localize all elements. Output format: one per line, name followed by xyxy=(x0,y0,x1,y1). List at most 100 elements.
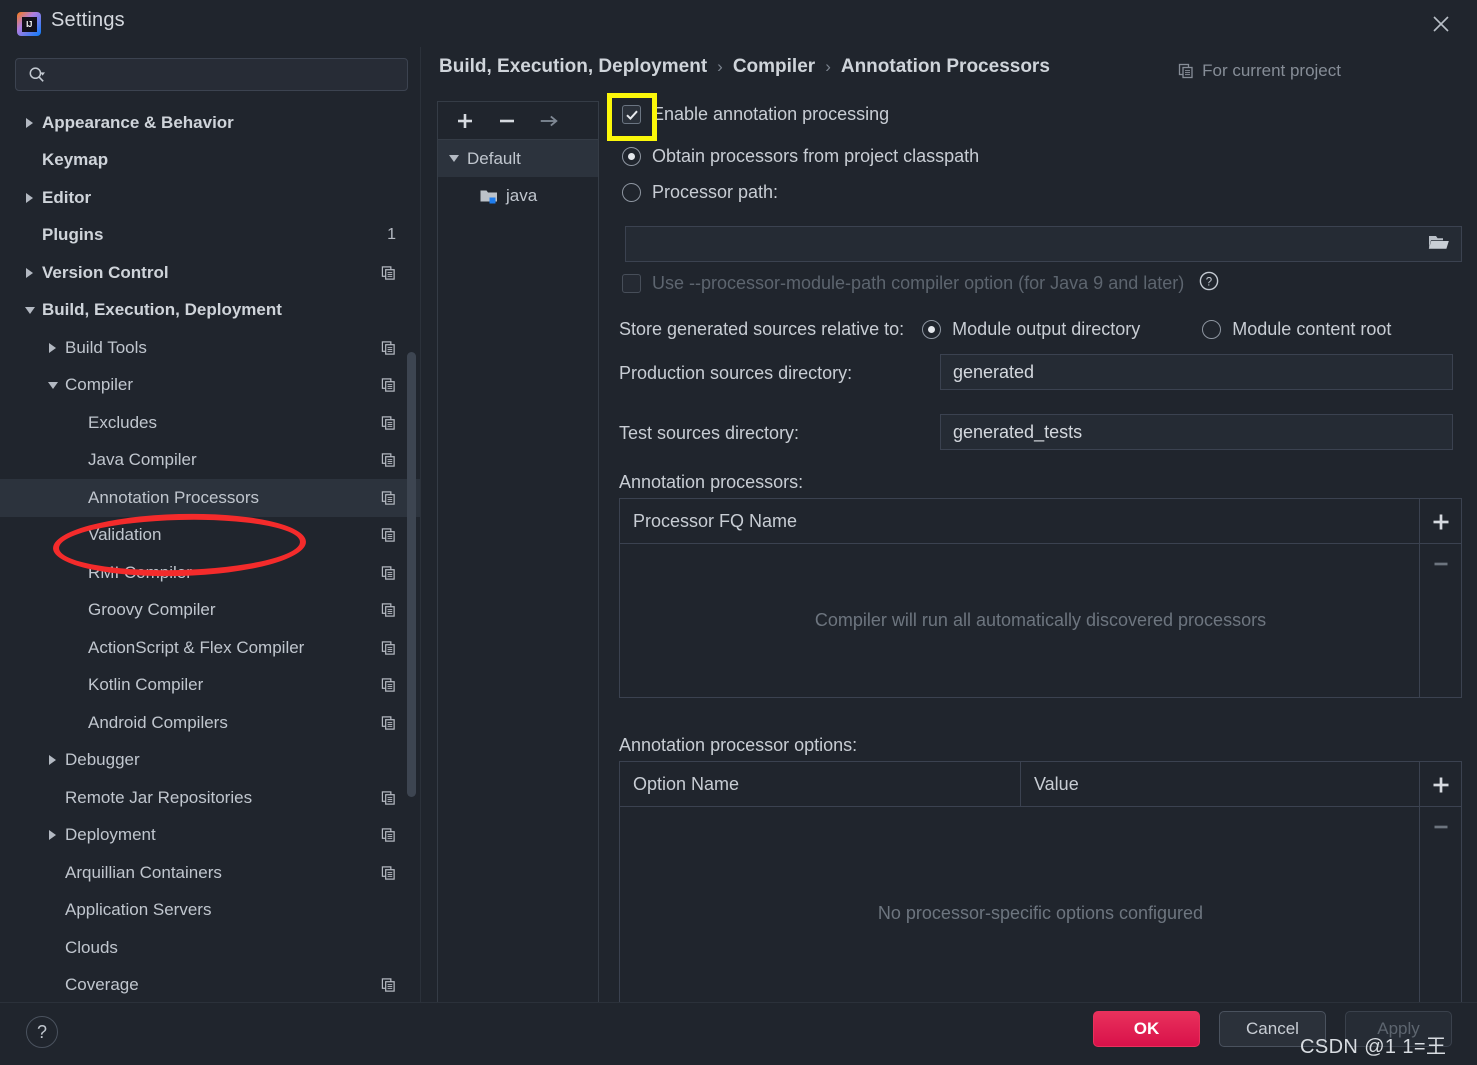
breadcrumb-separator: › xyxy=(825,57,831,76)
sidebar-item-editor[interactable]: Editor xyxy=(0,179,420,217)
sidebar-item-coverage[interactable]: Coverage xyxy=(0,967,420,1003)
sidebar-item-annotation-processors[interactable]: Annotation Processors xyxy=(0,479,420,517)
copy-icon xyxy=(381,603,396,618)
enable-annotation-processing-checkbox[interactable] xyxy=(622,105,641,124)
processor-path-radio-row[interactable]: Processor path: xyxy=(622,182,778,203)
sidebar-item-clouds[interactable]: Clouds xyxy=(0,929,420,967)
processor-module-path-checkbox xyxy=(622,274,641,293)
obtain-processors-radio-row[interactable]: Obtain processors from project classpath xyxy=(622,146,979,167)
processor-path-radio[interactable] xyxy=(622,183,641,202)
sidebar-item-kotlin-compiler[interactable]: Kotlin Compiler xyxy=(0,667,420,705)
folder-open-icon[interactable] xyxy=(1428,233,1450,256)
sidebar-item-label: RMI Compiler xyxy=(88,562,192,582)
help-button[interactable]: ? xyxy=(26,1016,58,1048)
remove-processor-button[interactable] xyxy=(1429,552,1453,576)
window-title: Settings xyxy=(51,9,125,31)
sidebar-item-label: Plugins xyxy=(42,225,104,245)
sidebar-item-debugger[interactable]: Debugger xyxy=(0,742,420,780)
profiles-toolbar xyxy=(438,102,598,140)
remove-profile-button[interactable] xyxy=(496,110,518,132)
copy-icon xyxy=(381,828,396,843)
sidebar-item-excludes[interactable]: Excludes xyxy=(0,404,420,442)
breadcrumb-item-0[interactable]: Build, Execution, Deployment xyxy=(439,56,707,78)
production-sources-input[interactable]: generated xyxy=(940,354,1453,390)
help-circle-icon[interactable]: ? xyxy=(1199,271,1219,296)
enable-annotation-processing-row[interactable]: Enable annotation processing xyxy=(622,104,889,125)
sidebar-scrollbar[interactable] xyxy=(407,104,416,1002)
breadcrumb-item-1[interactable]: Compiler xyxy=(733,56,815,78)
processors-table-label: Annotation processors: xyxy=(619,472,804,492)
profile-item-label: java xyxy=(506,185,538,205)
copy-icon xyxy=(381,340,396,355)
sidebar-item-android-compilers[interactable]: Android Compilers xyxy=(0,704,420,742)
copy-icon xyxy=(381,565,396,580)
options-table-header: Option Name Value xyxy=(620,762,1461,807)
sidebar-item-label: ActionScript & Flex Compiler xyxy=(88,637,305,657)
sidebar-item-label: Application Servers xyxy=(65,900,212,920)
sidebar-item-application-servers[interactable]: Application Servers xyxy=(0,892,420,930)
sidebar-item-appearance-behavior[interactable]: Appearance & Behavior xyxy=(0,104,420,142)
sidebar-item-keymap[interactable]: Keymap xyxy=(0,142,420,180)
sidebar-item-validation[interactable]: Validation xyxy=(0,517,420,555)
test-sources-label: Test sources directory: xyxy=(619,423,800,443)
chevron-down-icon xyxy=(45,378,60,393)
sidebar-item-actionscript-flex-compiler[interactable]: ActionScript & Flex Compiler xyxy=(0,629,420,667)
sidebar-item-java-compiler[interactable]: Java Compiler xyxy=(0,442,420,480)
module-content-root-radio[interactable] xyxy=(1202,320,1222,339)
copy-icon xyxy=(381,865,396,880)
sidebar-item-label: Android Compilers xyxy=(88,712,228,732)
processors-empty-text: Compiler will run all automatically disc… xyxy=(814,610,1267,630)
copy-icon xyxy=(381,415,396,430)
test-sources-input[interactable]: generated_tests xyxy=(940,414,1453,450)
profile-root-default[interactable]: Default xyxy=(438,140,598,177)
sidebar-item-arquillian-containers[interactable]: Arquillian Containers xyxy=(0,854,420,892)
sidebar-item-label: Kotlin Compiler xyxy=(88,675,204,695)
copy-icon xyxy=(381,265,396,280)
breadcrumb-item-2[interactable]: Annotation Processors xyxy=(841,56,1050,78)
sidebar-item-build-execution-deployment[interactable]: Build, Execution, Deployment xyxy=(0,292,420,330)
sidebar-item-build-tools[interactable]: Build Tools xyxy=(0,329,420,367)
sidebar-item-label: Version Control xyxy=(42,262,169,282)
sidebar-item-label: Appearance & Behavior xyxy=(42,112,234,132)
breadcrumb-separator: › xyxy=(717,57,723,76)
module-output-directory-radio[interactable] xyxy=(922,320,942,339)
store-generated-label: Store generated sources relative to: xyxy=(619,319,905,339)
intellij-logo-icon: IJ xyxy=(17,12,41,36)
module-output-directory-label: Module output directory xyxy=(952,319,1141,339)
sidebar-item-compiler[interactable]: Compiler xyxy=(0,367,420,405)
test-sources-value: generated_tests xyxy=(953,421,1083,442)
store-generated-row: Store generated sources relative to: Mod… xyxy=(619,319,1391,340)
production-sources-value: generated xyxy=(953,361,1035,382)
options-table-body[interactable]: No processor-specific options configured xyxy=(620,807,1461,1020)
sidebar-item-groovy-compiler[interactable]: Groovy Compiler xyxy=(0,592,420,630)
module-content-root-label: Module content root xyxy=(1232,319,1392,339)
sidebar-item-label: Coverage xyxy=(65,975,139,995)
options-column-name: Option Name xyxy=(633,773,740,794)
processors-table-body[interactable]: Compiler will run all automatically disc… xyxy=(620,544,1461,697)
close-icon[interactable] xyxy=(1427,10,1455,38)
settings-sidebar: Appearance & Behavior Keymap Editor Plugins… xyxy=(0,47,420,1002)
add-processor-button[interactable] xyxy=(1429,510,1453,534)
add-option-button[interactable] xyxy=(1429,773,1453,797)
copy-icon xyxy=(1178,63,1194,79)
sidebar-item-label: Excludes xyxy=(88,412,157,432)
scrollbar-thumb[interactable] xyxy=(407,352,416,797)
add-profile-button[interactable] xyxy=(454,110,476,132)
sidebar-item-label: Debugger xyxy=(65,750,140,770)
sidebar-item-rmi-compiler[interactable]: RMI Compiler xyxy=(0,554,420,592)
production-sources-label: Production sources directory: xyxy=(619,363,853,383)
sidebar-item-plugins[interactable]: Plugins 1 xyxy=(0,217,420,255)
profile-item-java[interactable]: java xyxy=(438,177,598,214)
sidebar-item-label: Annotation Processors xyxy=(88,487,260,507)
processor-path-input[interactable] xyxy=(625,226,1462,262)
remove-option-button[interactable] xyxy=(1429,815,1453,839)
move-to-profile-button[interactable] xyxy=(538,110,560,132)
sidebar-item-version-control[interactable]: Version Control xyxy=(0,254,420,292)
sidebar-item-label: Build Tools xyxy=(65,337,147,357)
obtain-processors-radio[interactable] xyxy=(622,147,641,166)
ok-button[interactable]: OK xyxy=(1093,1011,1200,1047)
sidebar-item-remote-jar-repositories[interactable]: Remote Jar Repositories xyxy=(0,779,420,817)
sidebar-item-deployment[interactable]: Deployment xyxy=(0,817,420,855)
search-input[interactable] xyxy=(15,58,408,91)
processor-path-label: Processor path: xyxy=(652,182,779,202)
